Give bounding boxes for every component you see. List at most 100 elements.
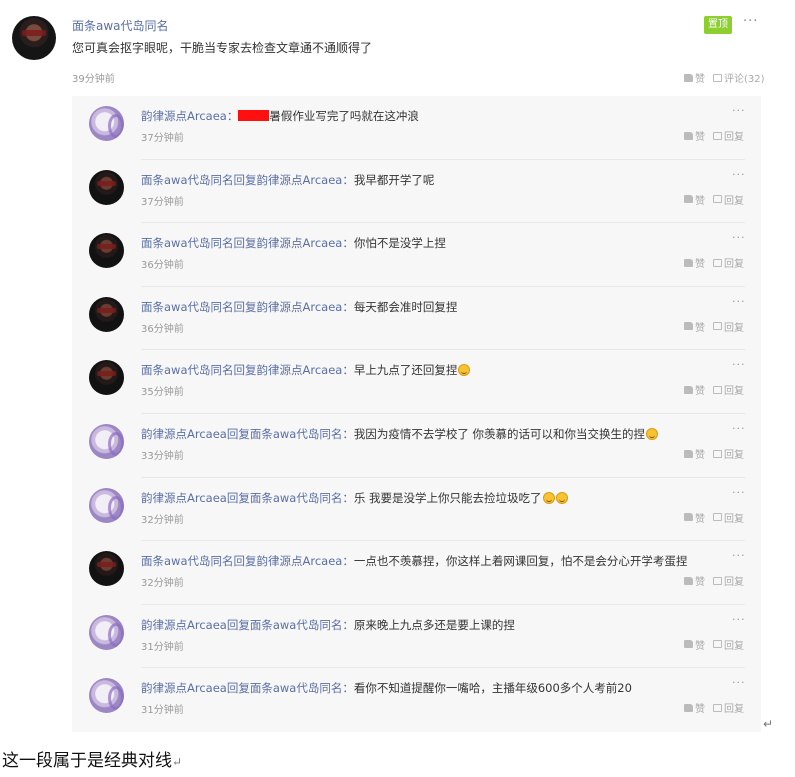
like-button[interactable]: 赞	[684, 319, 705, 334]
like-button[interactable]: 赞	[684, 382, 705, 397]
reply-author[interactable]: 韵律源点Arcaea回复面条awa代岛同名：	[141, 681, 354, 695]
comment-icon	[713, 322, 722, 331]
reply-item: 面条awa代岛同名回复韵律源点Arcaea：你怕不是没学上捏 36分钟前 ···…	[72, 223, 761, 287]
return-mark-icon: ↵	[763, 717, 774, 731]
reply-author[interactable]: 面条awa代岛同名回复韵律源点Arcaea：	[141, 300, 354, 314]
main-comment: 面条awa代岛同名 您可真会抠字眼呢，干脆当专家去检查文章通不通顺得了 39分钟…	[0, 0, 795, 96]
like-label: 赞	[695, 74, 705, 85]
thumbs-up-icon	[684, 258, 693, 267]
more-options-icon[interactable]: ···	[743, 14, 758, 29]
reply-text: 早上九点了还回复捏	[353, 363, 458, 378]
avatar[interactable]	[12, 16, 56, 60]
comment-icon	[713, 513, 722, 522]
reply-button[interactable]: 回复	[713, 128, 744, 143]
more-options-icon[interactable]: ···	[732, 676, 746, 689]
like-button[interactable]: 赞	[684, 573, 705, 588]
reply-line: 韵律源点Arcaea回复面条awa代岛同名：看你不知道提醒你一嘴哈，主播年级60…	[141, 680, 632, 696]
more-options-icon[interactable]: ···	[732, 549, 746, 562]
thumbs-up-icon	[684, 322, 693, 331]
like-button[interactable]: 赞	[684, 446, 705, 461]
reply-button[interactable]: 回复	[713, 510, 744, 525]
reply-text: 每天都会准时回复捏	[353, 299, 458, 314]
reply-item: 韵律源点Arcaea回复面条awa代岛同名：乐 我要是没学上你只能去捡垃圾吃了 …	[72, 478, 761, 542]
reply-button[interactable]: 回复	[713, 319, 744, 334]
like-button[interactable]: 赞	[684, 192, 705, 207]
reply-author[interactable]: 面条awa代岛同名回复韵律源点Arcaea：	[141, 236, 354, 250]
reply-button[interactable]: 回复	[713, 382, 744, 397]
reply-item: 韵律源点Arcaea回复面条awa代岛同名：看你不知道提醒你一嘴哈，主播年级60…	[72, 668, 761, 732]
more-options-icon[interactable]: ···	[732, 104, 746, 117]
reply-author[interactable]: 面条awa代岛同名回复韵律源点Arcaea：	[141, 554, 354, 568]
comment-icon	[713, 131, 722, 140]
reply-author[interactable]: 韵律源点Arcaea回复面条awa代岛同名：	[141, 491, 354, 505]
reply-button[interactable]: 回复	[713, 637, 744, 652]
grin-emoji-icon	[646, 428, 658, 440]
reply-time: 35分钟前	[141, 387, 184, 399]
more-options-icon[interactable]: ···	[732, 168, 746, 181]
reply-author[interactable]: 韵律源点Arcaea：	[141, 109, 238, 123]
reply-label: 回复	[724, 259, 744, 271]
more-options-icon[interactable]: ···	[732, 422, 746, 435]
reply-actions: 赞 回复	[684, 446, 744, 461]
avatar[interactable]	[89, 614, 124, 650]
reply-button[interactable]: 回复	[713, 255, 744, 270]
like-button[interactable]: 赞	[684, 700, 705, 715]
reply-text: 我因为疫情不去学校了 你羡慕的话可以和你当交换生的捏	[353, 427, 645, 441]
comment-icon	[713, 576, 722, 585]
more-options-icon[interactable]: ···	[732, 613, 746, 626]
avatar[interactable]	[89, 424, 124, 459]
avatar[interactable]	[89, 169, 124, 205]
avatar[interactable]	[89, 551, 124, 587]
grin-emoji-icon	[458, 364, 471, 377]
like-button[interactable]: 赞	[684, 128, 705, 143]
reply-actions: 赞 回复	[684, 128, 744, 143]
caption-text: 这一段属于是经典对线	[2, 751, 172, 771]
reply-text: 原来晚上九点多还是要上课的捏	[353, 617, 515, 632]
reply-author[interactable]: 韵律源点Arcaea回复面条awa代岛同名：	[141, 618, 354, 632]
avatar[interactable]	[89, 487, 124, 523]
reply-button[interactable]: 回复	[713, 446, 744, 461]
reply-text: 乐 我要是没学上你只能去捡垃圾吃了	[353, 490, 542, 505]
comment-author[interactable]: 面条awa代岛同名	[72, 17, 169, 34]
comment-button[interactable]: 评论(32)	[713, 70, 765, 85]
reply-author[interactable]: 面条awa代岛同名回复韵律源点Arcaea：	[141, 173, 354, 187]
thumbs-up-icon	[684, 131, 693, 140]
reply-thread: 韵律源点Arcaea： 暑假作业写完了吗就在这冲浪 37分钟前 ··· 赞 回复 …	[72, 96, 761, 732]
avatar[interactable]	[89, 296, 124, 332]
like-label: 赞	[695, 450, 705, 461]
reply-time: 36分钟前	[141, 260, 184, 272]
like-button[interactable]: 赞	[684, 70, 705, 85]
like-button[interactable]: 赞	[684, 255, 705, 270]
comment-time: 39分钟前	[72, 74, 115, 85]
reply-item: 韵律源点Arcaea回复面条awa代岛同名：原来晚上九点多还是要上课的捏 31分…	[72, 605, 761, 669]
comment-actions: 赞 评论(32)	[684, 70, 765, 85]
thumbs-up-icon	[684, 449, 693, 458]
rofl-emoji-icon	[555, 491, 568, 504]
avatar[interactable]	[89, 360, 124, 396]
avatar[interactable]	[89, 106, 124, 141]
like-button[interactable]: 赞	[684, 637, 705, 652]
comment-icon	[713, 385, 722, 394]
reply-actions: 赞 回复	[684, 700, 744, 715]
more-options-icon[interactable]: ···	[732, 358, 746, 371]
more-options-icon[interactable]: ···	[732, 486, 746, 499]
reply-item: 韵律源点Arcaea： 暑假作业写完了吗就在这冲浪 37分钟前 ··· 赞 回复	[72, 96, 761, 160]
reply-button[interactable]: 回复	[713, 192, 744, 207]
comment-icon	[713, 258, 722, 267]
reply-button[interactable]: 回复	[713, 700, 744, 715]
like-label: 赞	[695, 259, 705, 271]
more-options-icon[interactable]: ···	[732, 295, 746, 308]
reply-line: 面条awa代岛同名回复韵律源点Arcaea：一点也不羡慕捏，你这样上着网课回复，…	[141, 553, 687, 569]
thumbs-up-icon	[684, 640, 693, 649]
avatar[interactable]	[89, 678, 124, 714]
reply-author[interactable]: 面条awa代岛同名回复韵律源点Arcaea：	[141, 363, 354, 377]
like-button[interactable]: 赞	[684, 510, 705, 525]
document-caption[interactable]: 这一段属于是经典对线↵	[2, 746, 182, 771]
reply-item: 韵律源点Arcaea回复面条awa代岛同名：我因为疫情不去学校了 你羡慕的话可以…	[72, 414, 761, 478]
more-options-icon[interactable]: ···	[732, 231, 746, 244]
reply-button[interactable]: 回复	[713, 573, 744, 588]
reply-author[interactable]: 韵律源点Arcaea回复面条awa代岛同名：	[141, 427, 354, 441]
reply-text: 我早都开学了呢	[353, 172, 435, 187]
reply-item: 面条awa代岛同名回复韵律源点Arcaea：早上九点了还回复捏 35分钟前 ··…	[72, 350, 761, 414]
avatar[interactable]	[89, 233, 124, 269]
